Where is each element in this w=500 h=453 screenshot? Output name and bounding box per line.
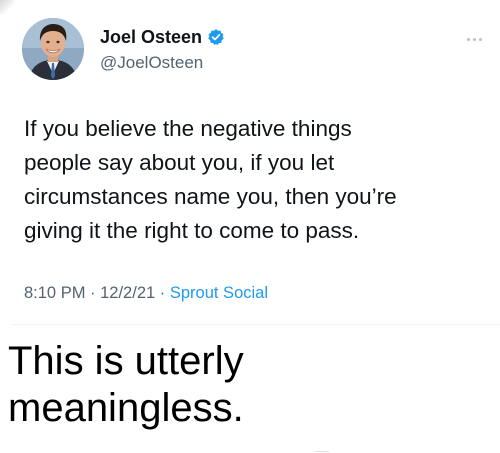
more-horizontal-icon[interactable]	[462, 34, 486, 44]
tweet-time[interactable]: 8:10 PM	[24, 284, 85, 302]
avatar[interactable]	[22, 18, 84, 80]
page-corner-shadow	[0, 0, 14, 14]
meta-separator: ·	[155, 284, 170, 302]
more-dot	[472, 37, 476, 41]
handle[interactable]: @JoelOsteen	[100, 53, 225, 73]
tweet-meta: 8:10 PM · 12/2/21 · Sprout Social	[24, 284, 268, 303]
avatar-image	[22, 18, 84, 80]
caption-text: This is utterly meaningless.	[8, 339, 244, 430]
author-header: Joel Osteen @JoelOsteen	[100, 26, 225, 73]
display-name[interactable]: Joel Osteen	[100, 26, 202, 48]
tweet-source-link[interactable]: Sprout Social	[170, 284, 268, 302]
display-name-row: Joel Osteen	[100, 26, 225, 48]
bottom-mark	[315, 451, 329, 452]
more-dot	[478, 37, 482, 41]
tweet-date[interactable]: 12/2/21	[100, 284, 155, 302]
tweet-card[interactable]: Joel Osteen @JoelOsteen If you believe t…	[0, 0, 500, 325]
tweet-text: If you believe the negative things peopl…	[24, 116, 397, 243]
divider	[12, 324, 500, 325]
verified-badge-icon	[207, 28, 225, 46]
more-dot	[466, 37, 470, 41]
meta-separator: ·	[85, 284, 101, 302]
